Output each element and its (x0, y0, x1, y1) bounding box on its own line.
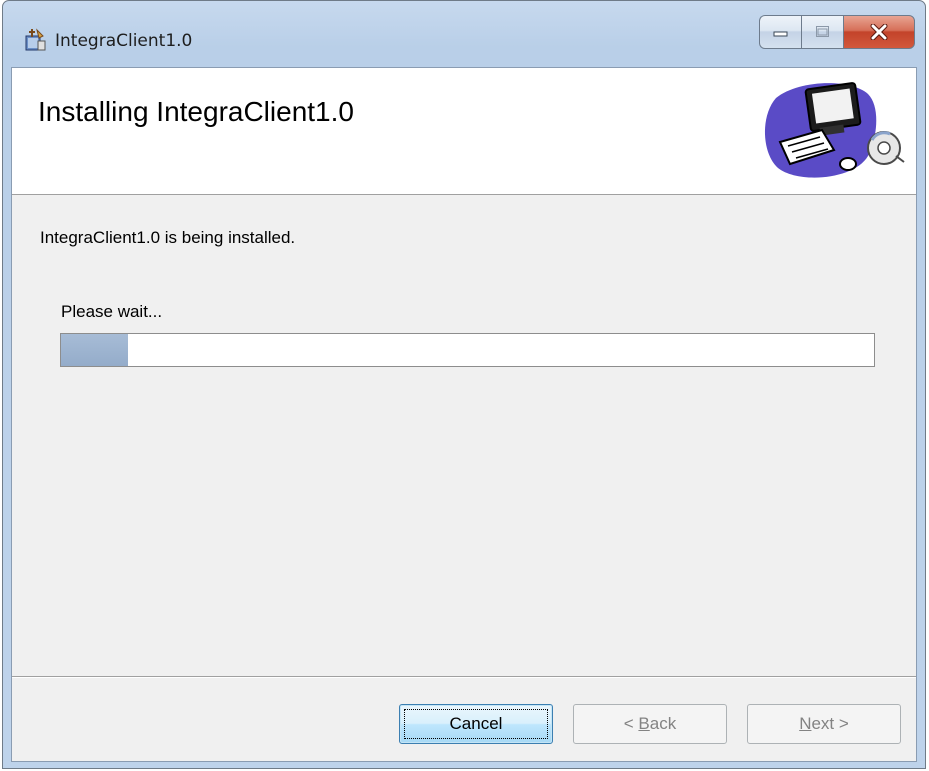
please-wait-label: Please wait... (61, 302, 163, 321)
installer-window: IntegraClient1.0 Installing IntegraClien… (2, 0, 926, 769)
installer-package-icon (23, 27, 47, 53)
back-rest: ack (649, 714, 677, 733)
back-mnemonic: B (638, 714, 650, 733)
maximize-icon (815, 26, 829, 37)
install-status-text: IntegraClient1.0 is being installed. (40, 228, 296, 247)
window-title: IntegraClient1.0 (55, 31, 193, 51)
next-button[interactable]: Next > (747, 704, 901, 744)
footer-divider (12, 676, 916, 678)
cancel-button[interactable]: Cancel (399, 704, 553, 744)
next-mnemonic: N (799, 714, 812, 733)
cancel-button-label: Cancel (449, 714, 503, 733)
close-icon (870, 24, 888, 40)
close-button[interactable] (843, 15, 915, 49)
minimize-button[interactable] (759, 15, 801, 49)
back-button[interactable]: < Back (573, 704, 727, 744)
back-prefix: < (623, 714, 639, 733)
title-bar[interactable]: IntegraClient1.0 (3, 1, 925, 67)
install-progress-bar (60, 333, 875, 367)
progress-fill (61, 334, 129, 366)
next-rest: ext > (811, 714, 849, 733)
client-area: Installing IntegraClient1.0 IntegraClien… (11, 67, 917, 762)
header-banner: Installing IntegraClient1.0 (12, 68, 916, 195)
maximize-button[interactable] (801, 15, 843, 49)
page-title: Installing IntegraClient1.0 (38, 96, 354, 127)
minimize-icon (773, 31, 787, 37)
caption-buttons (759, 15, 915, 49)
computer-cd-icon (758, 76, 908, 186)
